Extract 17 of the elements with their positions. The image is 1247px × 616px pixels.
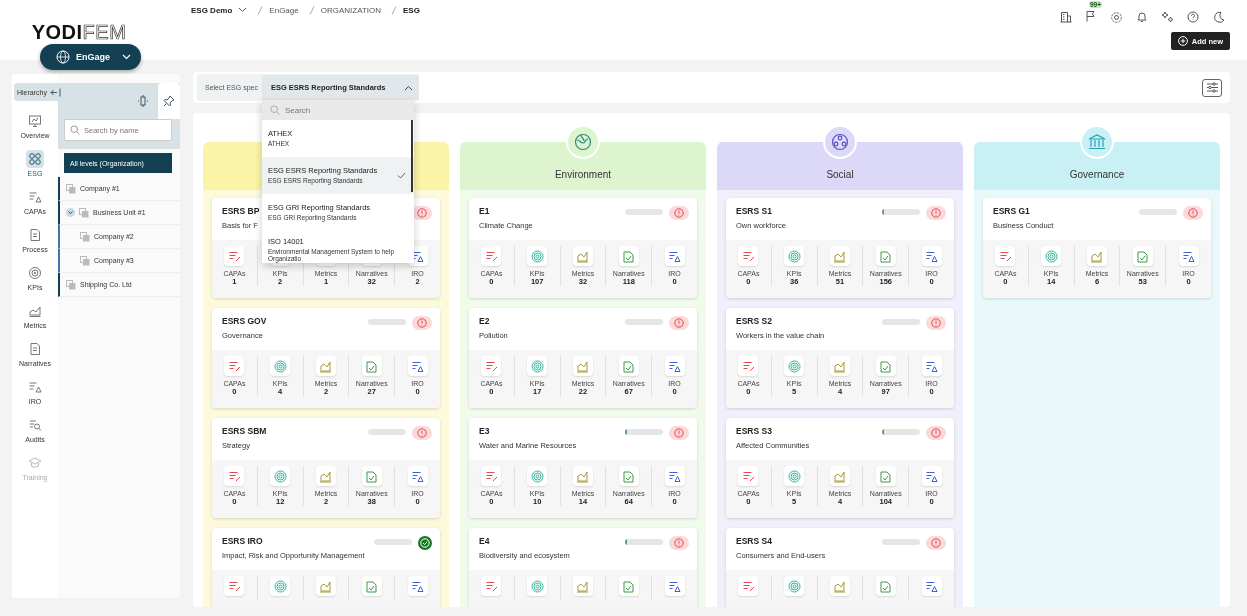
column-title: Environment bbox=[554, 169, 612, 180]
card-code: ESRS S4 bbox=[736, 536, 772, 546]
card-code: ESRS S1 bbox=[736, 206, 772, 216]
column-title: Social bbox=[826, 169, 854, 180]
card-code: E4 bbox=[479, 536, 490, 546]
card-code: ESRS SBM bbox=[222, 426, 267, 436]
card-code: ESRS BP bbox=[222, 206, 260, 216]
card-code: ESRS S3 bbox=[736, 426, 772, 436]
card-code: ESRS GOV bbox=[222, 316, 267, 326]
card-code: E1 bbox=[479, 206, 490, 216]
card-code: ESRS IRO bbox=[222, 536, 263, 546]
column-title: Governance bbox=[1069, 169, 1125, 180]
card-code: ESRS G1 bbox=[993, 206, 1030, 216]
card-code: E3 bbox=[479, 426, 490, 436]
card-code: ESRS S2 bbox=[736, 316, 772, 326]
logo: YODIFEM bbox=[31, 21, 128, 44]
card-code: E2 bbox=[479, 316, 490, 326]
